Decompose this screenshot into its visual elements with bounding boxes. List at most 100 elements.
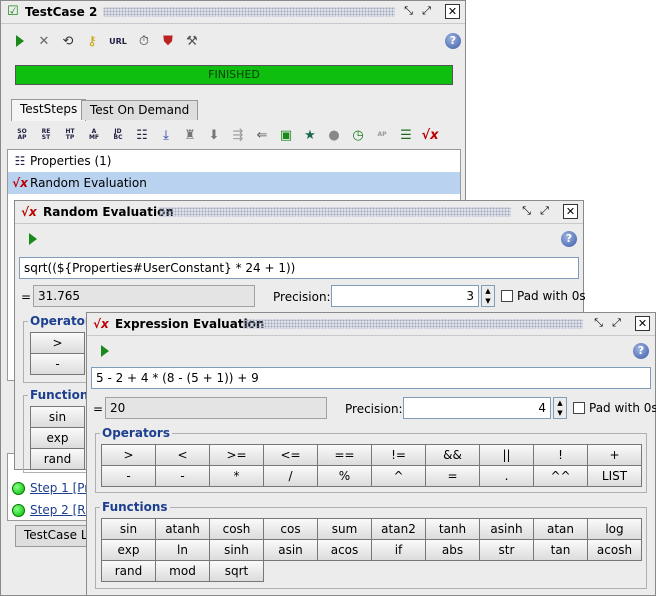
- function-button[interactable]: exp: [101, 539, 156, 561]
- maximize-icon[interactable]: ⤢: [537, 204, 552, 219]
- chevron-down-icon[interactable]: ▼: [554, 408, 566, 418]
- loop-icon[interactable]: ⟲: [59, 32, 77, 50]
- url-button[interactable]: URL: [107, 32, 129, 50]
- function-button[interactable]: rand: [101, 560, 156, 582]
- operator-button[interactable]: /: [263, 465, 318, 487]
- function-button[interactable]: rand: [30, 448, 85, 470]
- function-button[interactable]: mod: [155, 560, 210, 582]
- tab-teststeps[interactable]: TestSteps: [11, 99, 87, 121]
- list-step-icon[interactable]: ☰: [397, 126, 415, 144]
- maximize-icon[interactable]: ⤢: [419, 4, 434, 19]
- chevron-down-icon[interactable]: ▼: [482, 296, 494, 306]
- expression-input[interactable]: sqrt((${Properties#UserConstant} * 24 + …: [19, 257, 579, 279]
- soap-step-icon[interactable]: SO AP: [13, 126, 31, 144]
- conditional-step-icon[interactable]: ⇶: [229, 126, 247, 144]
- operator-button[interactable]: LIST: [587, 465, 642, 487]
- function-button[interactable]: acos: [317, 539, 372, 561]
- testcase-titlebar[interactable]: ☑ TestCase 2 ⤡ ⤢ ✕: [1, 1, 465, 24]
- function-button[interactable]: atan2: [371, 518, 426, 540]
- function-button[interactable]: cosh: [209, 518, 264, 540]
- function-button[interactable]: str: [479, 539, 534, 561]
- function-button[interactable]: log: [587, 518, 642, 540]
- cancel-icon[interactable]: ✕: [35, 32, 53, 50]
- precision-stepper[interactable]: ▲ ▼: [553, 397, 567, 419]
- http-step-icon[interactable]: HT TP: [61, 126, 79, 144]
- list-item[interactable]: √x Random Evaluation: [8, 172, 460, 194]
- delay-step-icon[interactable]: ◷: [349, 126, 367, 144]
- function-button[interactable]: sqrt: [209, 560, 264, 582]
- operator-button[interactable]: =: [425, 465, 480, 487]
- sqrt-step-icon[interactable]: √x: [421, 126, 439, 144]
- pad-zeros-checkbox[interactable]: [573, 402, 585, 414]
- minimize-icon[interactable]: ⤡: [591, 316, 606, 331]
- function-button[interactable]: atan: [533, 518, 588, 540]
- precision-input[interactable]: 4: [403, 397, 551, 419]
- tools-icon[interactable]: ⚒: [183, 32, 201, 50]
- star-step-icon[interactable]: ★: [301, 126, 319, 144]
- chevron-up-icon[interactable]: ▲: [482, 286, 494, 296]
- tab-test-on-demand[interactable]: Test On Demand: [81, 100, 199, 120]
- operator-button[interactable]: ||: [479, 444, 534, 466]
- close-icon[interactable]: ✕: [635, 316, 650, 331]
- operator-button[interactable]: >: [30, 332, 85, 354]
- minimize-icon[interactable]: ⤡: [401, 4, 416, 19]
- transfer-step-icon[interactable]: ⤓: [157, 126, 175, 144]
- jdbc-step-icon[interactable]: JD BC: [109, 126, 127, 144]
- close-icon[interactable]: ✕: [445, 4, 460, 19]
- ap-step-icon[interactable]: AP: [373, 126, 391, 144]
- operator-button[interactable]: ^^: [533, 465, 588, 487]
- minimize-icon[interactable]: ⤡: [519, 204, 534, 219]
- run-icon[interactable]: [29, 233, 37, 245]
- rest-step-icon[interactable]: RE ST: [37, 126, 55, 144]
- properties-step-icon[interactable]: ☷: [133, 126, 151, 144]
- function-button[interactable]: sin: [30, 406, 85, 428]
- mock-step-icon[interactable]: ⬇: [205, 126, 223, 144]
- run-testcase-step-icon[interactable]: ▣: [277, 126, 295, 144]
- operator-button[interactable]: !: [533, 444, 588, 466]
- list-item[interactable]: ☷ Properties (1): [8, 150, 460, 172]
- function-button[interactable]: if: [371, 539, 426, 561]
- operator-button[interactable]: >: [101, 444, 156, 466]
- operator-button[interactable]: .: [479, 465, 534, 487]
- function-button[interactable]: cos: [263, 518, 318, 540]
- help-icon[interactable]: ?: [633, 343, 649, 359]
- shield-icon[interactable]: ⛊: [159, 32, 177, 50]
- expr-eval-titlebar[interactable]: √x Expression Evaluation ⤡ ⤢ ✕: [87, 313, 655, 336]
- operator-button[interactable]: !=: [371, 444, 426, 466]
- expression-input[interactable]: 5 - 2 + 4 * (8 - (5 + 1)) + 9: [91, 367, 651, 389]
- key-icon[interactable]: ⚷: [83, 32, 101, 50]
- help-icon[interactable]: ?: [445, 33, 461, 49]
- operator-button[interactable]: +: [587, 444, 642, 466]
- precision-input[interactable]: 3: [331, 285, 479, 307]
- function-button[interactable]: asinh: [479, 518, 534, 540]
- function-button[interactable]: tanh: [425, 518, 480, 540]
- stopwatch-icon[interactable]: ⏱: [135, 32, 153, 50]
- function-button[interactable]: atanh: [155, 518, 210, 540]
- function-button[interactable]: sinh: [209, 539, 264, 561]
- run-icon[interactable]: [101, 345, 109, 357]
- random-eval-titlebar[interactable]: √x Random Evaluation ⤡ ⤢ ✕: [15, 201, 583, 224]
- operator-button[interactable]: %: [317, 465, 372, 487]
- function-button[interactable]: sin: [101, 518, 156, 540]
- operator-button[interactable]: >=: [209, 444, 264, 466]
- groovy-step-icon[interactable]: ♜: [181, 126, 199, 144]
- circle-step-icon[interactable]: ●: [325, 126, 343, 144]
- function-button[interactable]: sum: [317, 518, 372, 540]
- run-icon[interactable]: [11, 32, 29, 50]
- operator-button[interactable]: <: [155, 444, 210, 466]
- function-button[interactable]: acosh: [587, 539, 642, 561]
- help-icon[interactable]: ?: [561, 231, 577, 247]
- function-button[interactable]: abs: [425, 539, 480, 561]
- operator-button[interactable]: *: [209, 465, 264, 487]
- operator-button[interactable]: -: [30, 353, 85, 375]
- precision-stepper[interactable]: ▲ ▼: [481, 285, 495, 307]
- maximize-icon[interactable]: ⤢: [609, 316, 624, 331]
- operator-button[interactable]: -: [101, 465, 156, 487]
- operator-button[interactable]: &&: [425, 444, 480, 466]
- chevron-up-icon[interactable]: ▲: [554, 398, 566, 408]
- operator-button[interactable]: <=: [263, 444, 318, 466]
- amf-step-icon[interactable]: A MF: [85, 126, 103, 144]
- function-button[interactable]: tan: [533, 539, 588, 561]
- operator-button[interactable]: ^: [371, 465, 426, 487]
- pad-zeros-checkbox[interactable]: [501, 290, 513, 302]
